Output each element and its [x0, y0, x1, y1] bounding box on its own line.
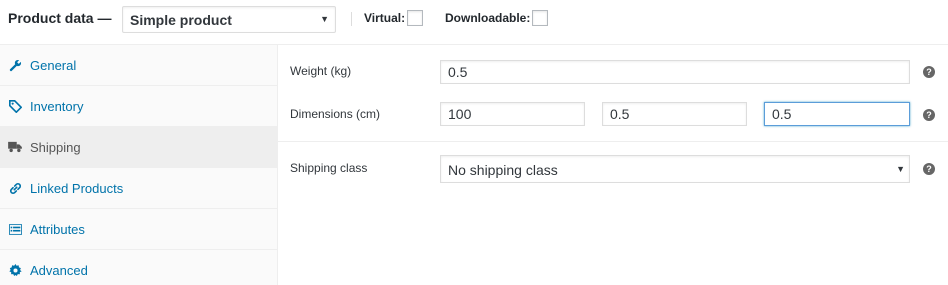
truck-icon [8, 140, 22, 154]
chevron-down-icon: ▼ [896, 164, 905, 174]
product-type-value: Simple product [130, 12, 232, 28]
tab-label: General [30, 57, 77, 73]
weight-label: Weight (kg) [290, 64, 352, 78]
tab-label: Attributes [30, 221, 85, 237]
shipping-class-select[interactable]: No shipping class ▼ [440, 155, 910, 183]
link-icon [8, 181, 22, 195]
tab-linked-products[interactable]: Linked Products [0, 168, 277, 209]
list-icon [8, 222, 22, 236]
dimensions-label: Dimensions (cm) [290, 107, 381, 121]
weight-input[interactable]: 0.5 [440, 60, 910, 84]
virtual-option[interactable]: Virtual: [364, 10, 424, 26]
virtual-label: Virtual: [364, 11, 406, 25]
downloadable-label: Downloadable: [445, 11, 531, 25]
tab-label: Inventory [30, 98, 84, 114]
width-input[interactable]: 0.5 [602, 102, 747, 126]
tag-icon [8, 99, 22, 113]
tab-advanced[interactable]: Advanced [0, 250, 277, 285]
shipping-class-value: No shipping class [448, 162, 558, 178]
product-data-header: Product data — Simple product ▼ Virtual:… [0, 0, 948, 45]
virtual-checkbox[interactable] [407, 10, 424, 26]
downloadable-option[interactable]: Downloadable: [445, 10, 549, 26]
section-divider [278, 141, 948, 142]
tab-label: Advanced [30, 262, 88, 278]
wrench-icon [8, 58, 22, 72]
chevron-down-icon: ▼ [320, 14, 329, 24]
shipping-panel: Weight (kg) 0.5 ? Dimensions (cm) 100 0.… [278, 45, 948, 285]
gear-icon [8, 263, 22, 277]
tab-label: Linked Products [30, 180, 124, 196]
product-type-select[interactable]: Simple product ▼ [122, 6, 336, 33]
product-data-title: Product data — [8, 10, 112, 26]
tab-general[interactable]: General [0, 45, 277, 86]
tab-attributes[interactable]: Attributes [0, 209, 277, 250]
height-input[interactable]: 0.5 [764, 102, 910, 126]
help-icon[interactable]: ? [923, 66, 935, 78]
downloadable-checkbox[interactable] [532, 10, 549, 26]
help-icon[interactable]: ? [923, 109, 935, 121]
product-data-tabs: General Inventory Shipping Linked Produc… [0, 45, 278, 285]
tab-inventory[interactable]: Inventory [0, 86, 277, 127]
length-input[interactable]: 100 [440, 102, 585, 126]
header-divider [351, 12, 352, 26]
help-icon[interactable]: ? [923, 163, 935, 175]
tab-shipping[interactable]: Shipping [0, 127, 277, 168]
tab-label: Shipping [30, 139, 81, 155]
shipping-class-label: Shipping class [290, 161, 368, 175]
